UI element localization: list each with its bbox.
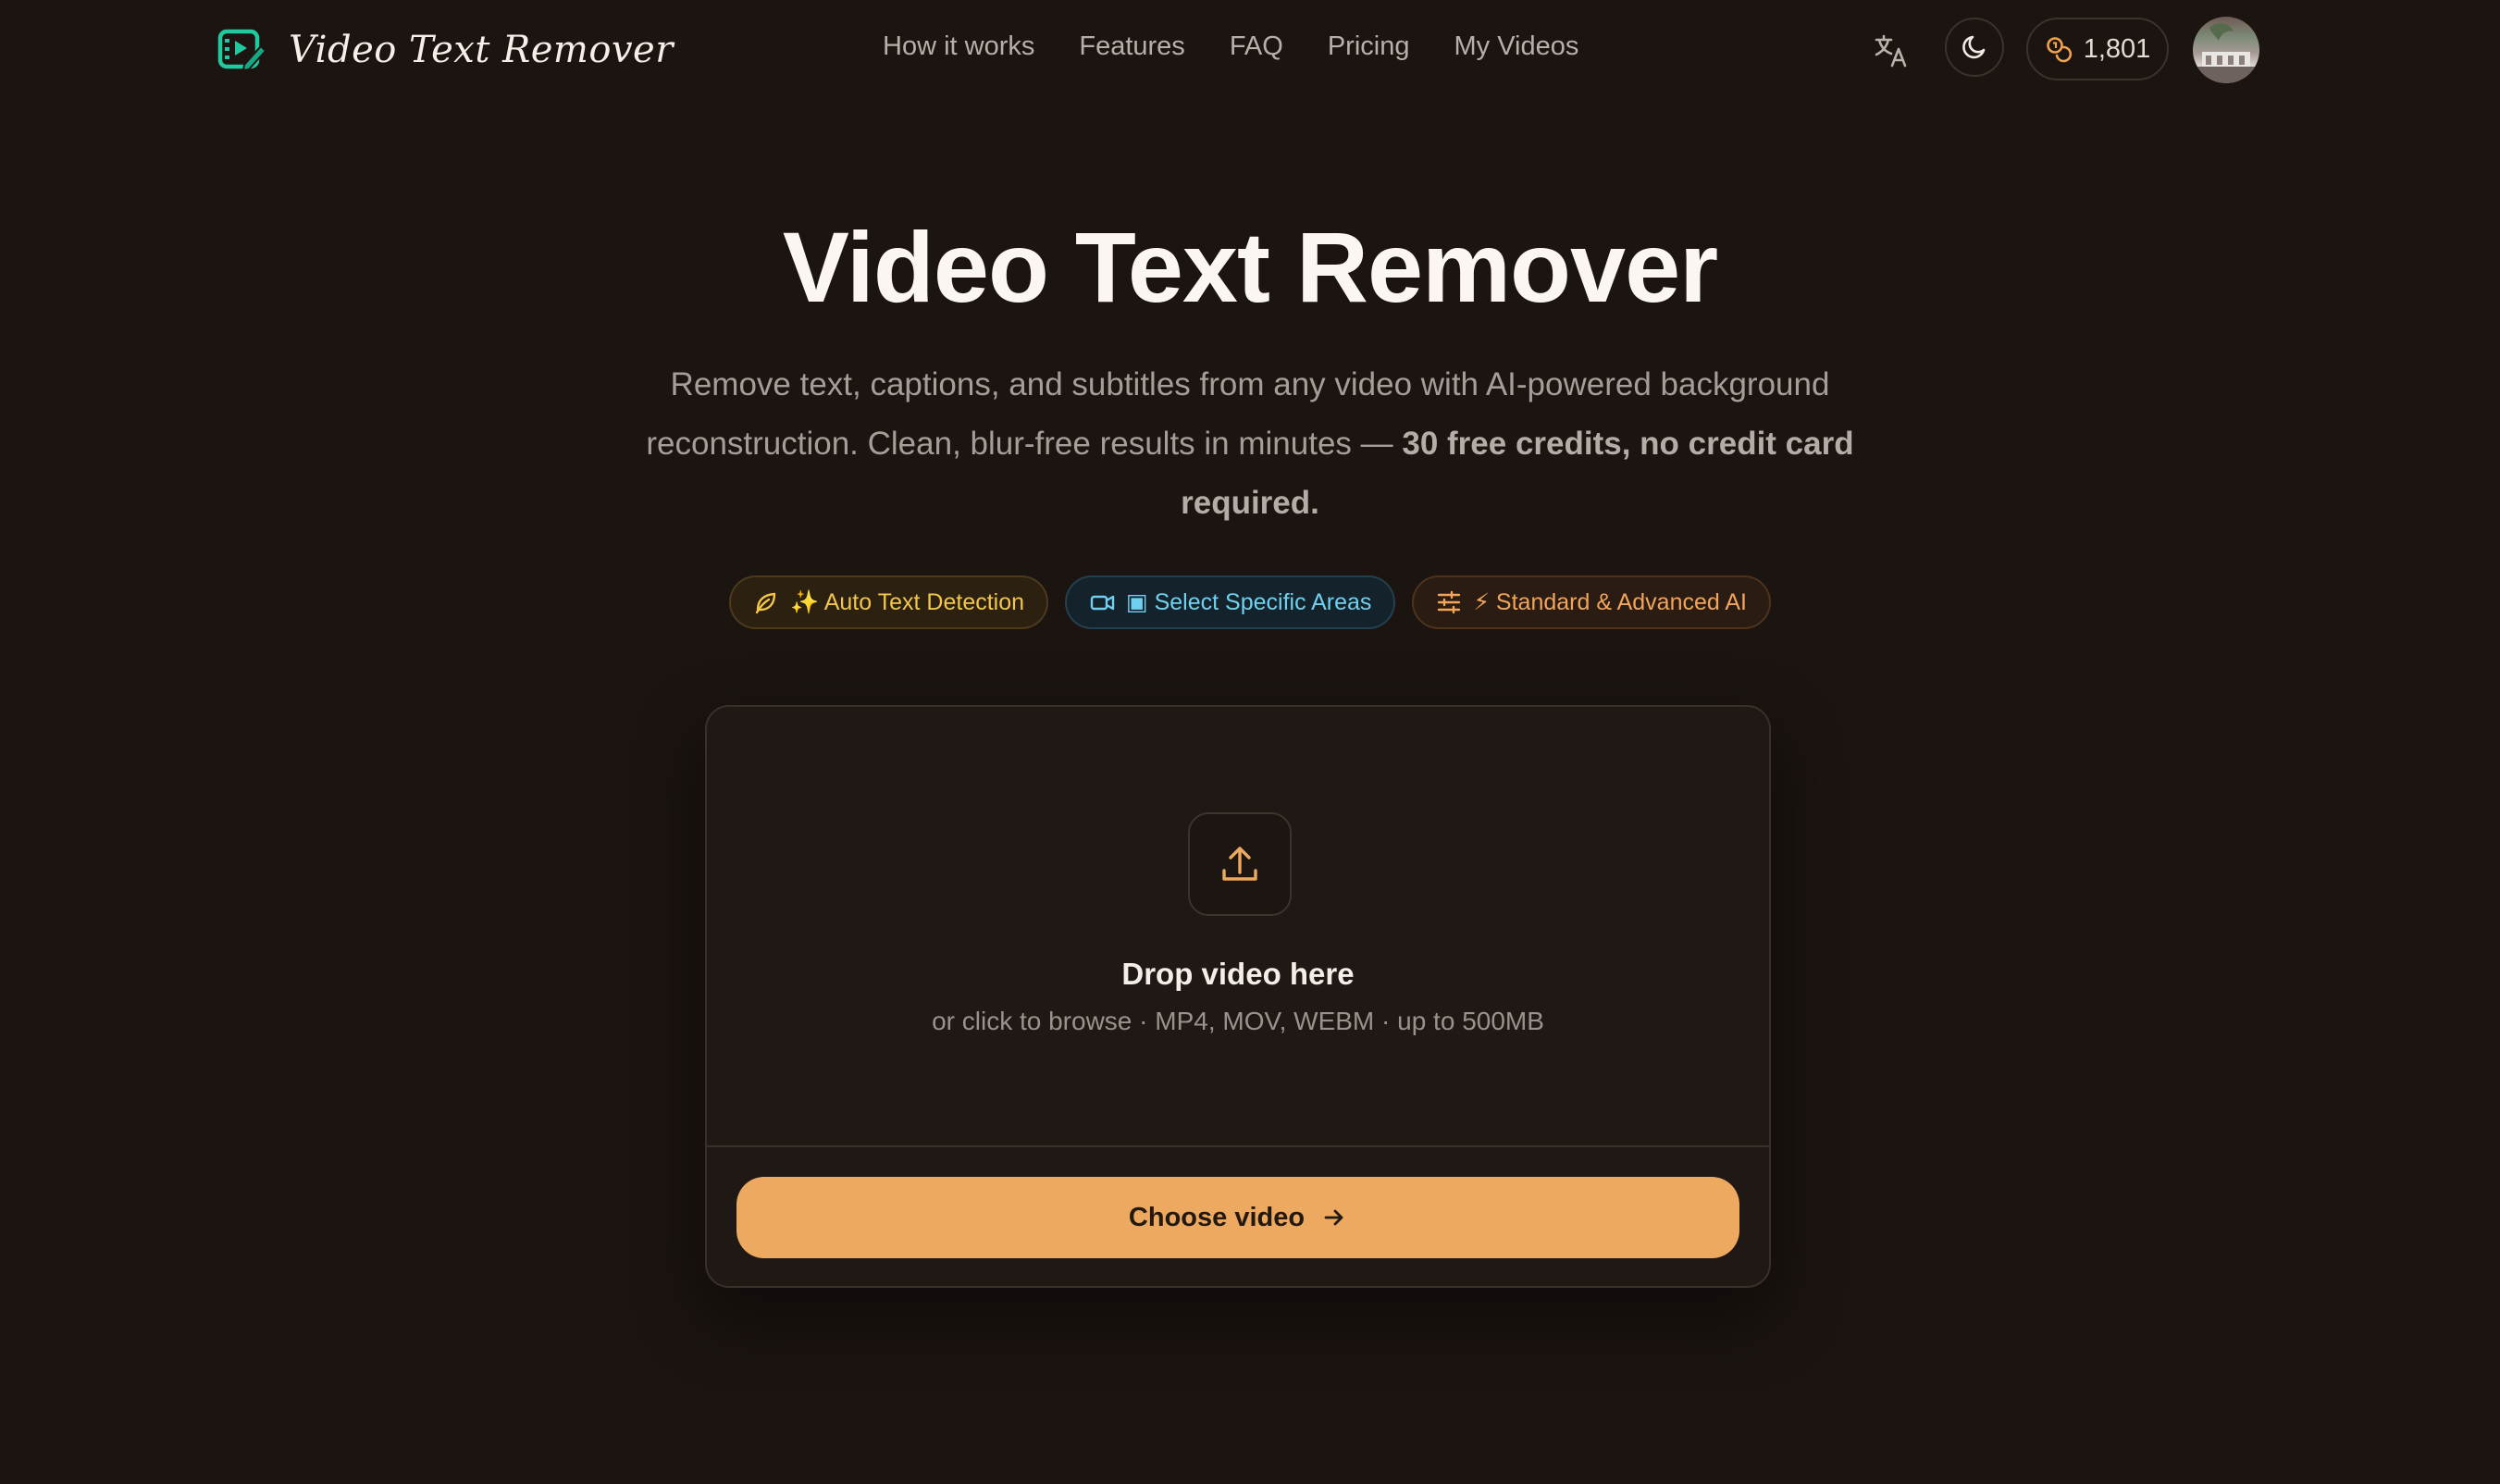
credits-balance-button[interactable]: 1,801 — [2026, 18, 2169, 80]
feature-pill-label: ▣ Select Specific Areas — [1126, 589, 1372, 615]
nav-how-it-works[interactable]: How it works — [883, 31, 1034, 62]
drop-hint: or click to browse · MP4, MOV, WEBM · up… — [932, 1007, 1544, 1035]
top-header: Video Text Remover How it works Features… — [0, 0, 2500, 102]
leaf-icon — [755, 592, 776, 614]
video-camera-icon — [1090, 595, 1115, 611]
video-drop-zone[interactable]: Drop video here or click to browse · MP4… — [707, 707, 1769, 1147]
feature-pill-label: ✨ Auto Text Detection — [790, 588, 1025, 615]
moon-icon — [1962, 35, 1986, 59]
arrow-right-icon — [1324, 1209, 1343, 1226]
coins-icon — [2046, 37, 2072, 63]
upload-icon-box — [1188, 812, 1292, 916]
feature-pill-auto-detection: ✨ Auto Text Detection — [729, 575, 1049, 629]
brand-logo-link[interactable]: Video Text Remover — [217, 24, 674, 76]
nav-features[interactable]: Features — [1079, 31, 1184, 62]
drop-title: Drop video here — [1121, 957, 1355, 991]
credits-count: 1,801 — [2083, 33, 2151, 64]
user-avatar[interactable] — [2193, 17, 2259, 83]
upload-card: Drop video here or click to browse · MP4… — [705, 705, 1771, 1288]
page-title: Video Text Remover — [782, 211, 1718, 323]
main-nav: How it works Features FAQ Pricing My Vid… — [883, 31, 1578, 62]
hero-subtitle: Remove text, captions, and subtitles fro… — [592, 355, 1908, 533]
sliders-icon — [1438, 590, 1461, 614]
avatar-image — [2193, 23, 2259, 83]
feature-pill-select-areas: ▣ Select Specific Areas — [1065, 575, 1396, 629]
feature-pill-ai-modes: ⚡ Standard & Advanced AI — [1412, 575, 1771, 629]
upload-icon — [1222, 847, 1257, 881]
nav-pricing[interactable]: Pricing — [1328, 31, 1410, 62]
brand-name: Video Text Remover — [289, 29, 674, 71]
theme-toggle-button[interactable] — [1945, 18, 2004, 77]
feature-pill-label: ⚡ Standard & Advanced AI — [1473, 589, 1747, 615]
video-edit-logo-icon — [217, 29, 267, 72]
choose-video-label: Choose video — [1128, 1202, 1306, 1232]
choose-video-button[interactable]: Choose video — [736, 1177, 1739, 1258]
nav-faq[interactable]: FAQ — [1230, 31, 1283, 62]
feature-pills: ✨ Auto Text Detection ▣ Select Specific … — [0, 575, 2500, 629]
translate-icon[interactable] — [1873, 31, 1912, 70]
nav-my-videos[interactable]: My Videos — [1454, 31, 1578, 62]
